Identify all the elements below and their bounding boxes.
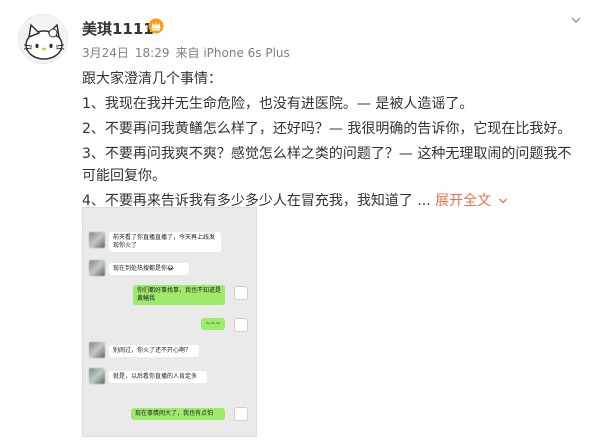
expand-label: 展开全文: [435, 193, 492, 209]
avatar[interactable]: [18, 14, 68, 64]
hello-kitty-avatar-icon: [234, 318, 248, 332]
post-image[interactable]: 前天看了你直播直播了，今天再上线发现你火了 现在到处热搜都是你😂 你们都好事找事…: [82, 207, 257, 437]
post-line: 3、不要再问我爽不爽？感觉怎么样之类的问题了？— 这种无理取闹的问题我不可能回复…: [82, 146, 572, 184]
avatar: [89, 260, 105, 276]
chat-bubble: 别闹过，你火了还不开心啊？: [109, 345, 199, 357]
post-source[interactable]: 来自 iPhone 6s Plus: [176, 46, 290, 60]
chat-bubble: 就是，以后看你直播的人肯定多: [109, 371, 207, 383]
chevron-down-icon[interactable]: [570, 14, 582, 26]
post-line: 跟大家澄清几个事情：: [82, 71, 222, 87]
username[interactable]: 美琪1111: [82, 18, 154, 39]
chevron-down-icon: [498, 198, 507, 204]
post-meta: 3月24日 18:29 来自 iPhone 6s Plus: [82, 44, 296, 61]
post-time[interactable]: 18:29: [135, 46, 170, 60]
chat-bubble: ~~~: [201, 318, 225, 330]
chat-bubble: 现在事情闹大了，我也有点怕: [131, 408, 225, 420]
ellipsis: ...: [417, 193, 431, 209]
vip-crown-icon: [148, 18, 164, 34]
hello-kitty-avatar-icon: [234, 407, 248, 421]
chat-bubble: [111, 222, 231, 228]
post-line: 2、不要再问我黄鳝怎么样了，还好吗？— 我很明确的告诉你，它现在比我好。: [82, 121, 572, 137]
avatar: [89, 368, 105, 384]
chat-bubble: 前天看了你直播直播了，今天再上线发现你火了: [109, 232, 221, 252]
chat-bubble: 你们都好事找事，我也不知道是黄鳝我: [133, 285, 225, 305]
expand-button[interactable]: 展开全文: [435, 193, 507, 209]
hello-kitty-avatar-icon: [23, 23, 65, 60]
post-body: 跟大家澄清几个事情： 1、我现在我并无生命危险，也没有进医院。— 是被人造谣了。…: [82, 68, 582, 215]
hello-kitty-avatar-icon: [234, 286, 248, 300]
avatar: [89, 342, 105, 358]
post-line: 1、我现在我并无生命危险，也没有进医院。— 是被人造谣了。: [82, 96, 474, 112]
post-date[interactable]: 3月24日: [82, 46, 129, 60]
avatar: [89, 232, 105, 248]
chat-bubble: 现在到处热搜都是你😂: [109, 263, 189, 275]
